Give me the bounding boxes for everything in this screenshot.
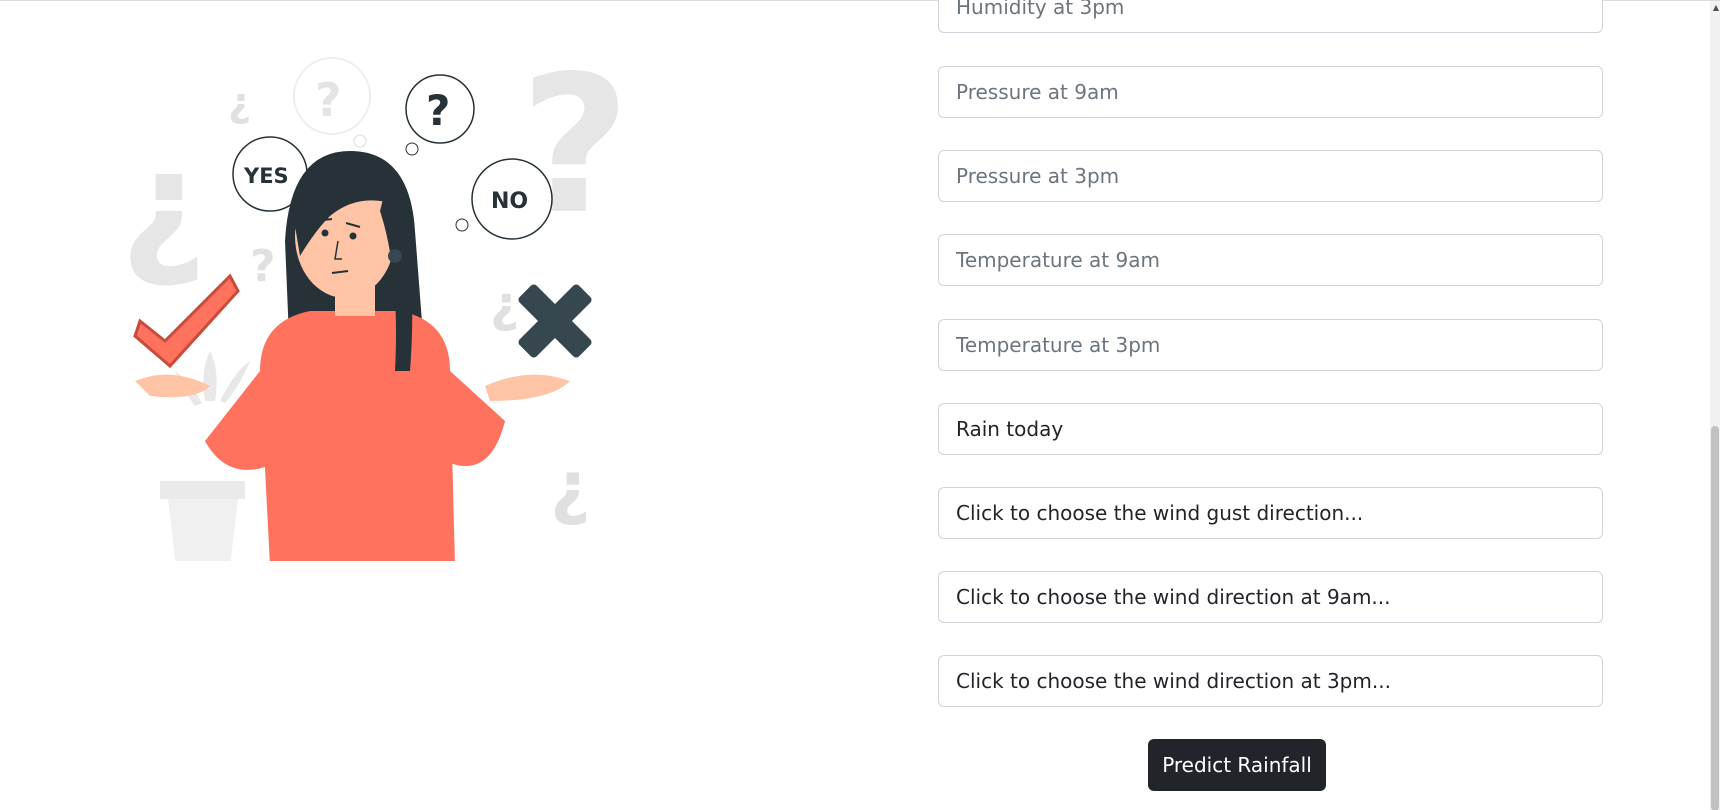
page: ? ¿ ¿ ? ¿ ¿ ? ? YES NO Humidity at 3pm P… [0,0,1720,810]
temperature-9am-input[interactable] [938,234,1603,286]
decision-illustration: ? ¿ ¿ ? ¿ ¿ ? ? YES NO [110,41,650,561]
right-hand [485,374,570,401]
humidity-3pm-input[interactable] [938,0,1603,33]
rain-today-select-value: Rain today [956,417,1064,441]
scroll-up-arrow-icon[interactable]: ▲ [1713,3,1719,12]
confused-woman-illustration: ? ¿ ¿ ? ¿ ¿ ? ? YES NO [120,41,630,561]
predict-rainfall-button[interactable]: Predict Rainfall [1148,739,1326,791]
question-mark-icon: ? [426,86,450,135]
pressure-3pm-input[interactable] [938,150,1603,202]
wind-gust-direction-select[interactable]: Click to choose the wind gust direction.… [938,487,1603,539]
no-label: NO [491,189,528,214]
small-question-mark-icon: ? [250,241,276,292]
mid-inverted-question-mark-icon: ¿ [490,275,519,333]
page-scrollbar[interactable]: ▲ [1710,1,1720,810]
earring [388,249,402,263]
wind-direction-3pm-select-value: Click to choose the wind direction at 3p… [956,669,1391,693]
small-inverted-question-mark-icon: ¿ [228,80,251,126]
lower-inverted-question-mark-icon: ¿ [550,446,591,528]
scrollbar-thumb[interactable] [1711,426,1719,810]
wind-direction-9am-select[interactable]: Click to choose the wind direction at 9a… [938,571,1603,623]
pressure-9am-input[interactable] [938,66,1603,118]
temperature-3pm-input[interactable] [938,319,1603,371]
yes-label: YES [243,164,289,188]
wind-direction-9am-select-value: Click to choose the wind direction at 9a… [956,585,1391,609]
wind-direction-3pm-select[interactable]: Click to choose the wind direction at 3p… [938,655,1603,707]
faint-question-mark-icon: ? [315,73,342,127]
sweater [260,311,455,561]
left-hand [135,374,210,398]
wind-gust-direction-select-value: Click to choose the wind gust direction.… [956,501,1364,525]
rain-today-select[interactable]: Rain today [938,403,1603,455]
big-inverted-question-mark-icon: ¿ [120,118,207,292]
